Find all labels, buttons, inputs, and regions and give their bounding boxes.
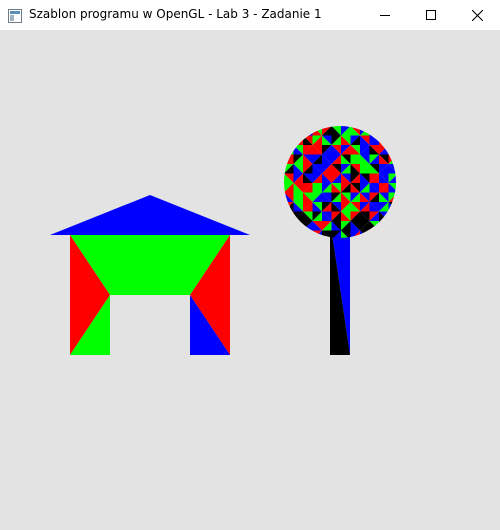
close-button[interactable]: [454, 0, 500, 30]
opengl-canvas[interactable]: [0, 30, 500, 530]
close-icon: [471, 9, 483, 21]
app-window: Szablon programu w OpenGL - Lab 3 - Zada…: [0, 0, 500, 530]
minimize-icon: [380, 15, 390, 16]
title-bar[interactable]: Szablon programu w OpenGL - Lab 3 - Zada…: [0, 0, 500, 30]
minimize-button[interactable]: [362, 0, 408, 30]
maximize-icon: [426, 10, 436, 20]
maximize-button[interactable]: [408, 0, 454, 30]
window-title: Szablon programu w OpenGL - Lab 3 - Zada…: [29, 7, 322, 21]
window-app-icon[interactable]: [8, 8, 22, 23]
